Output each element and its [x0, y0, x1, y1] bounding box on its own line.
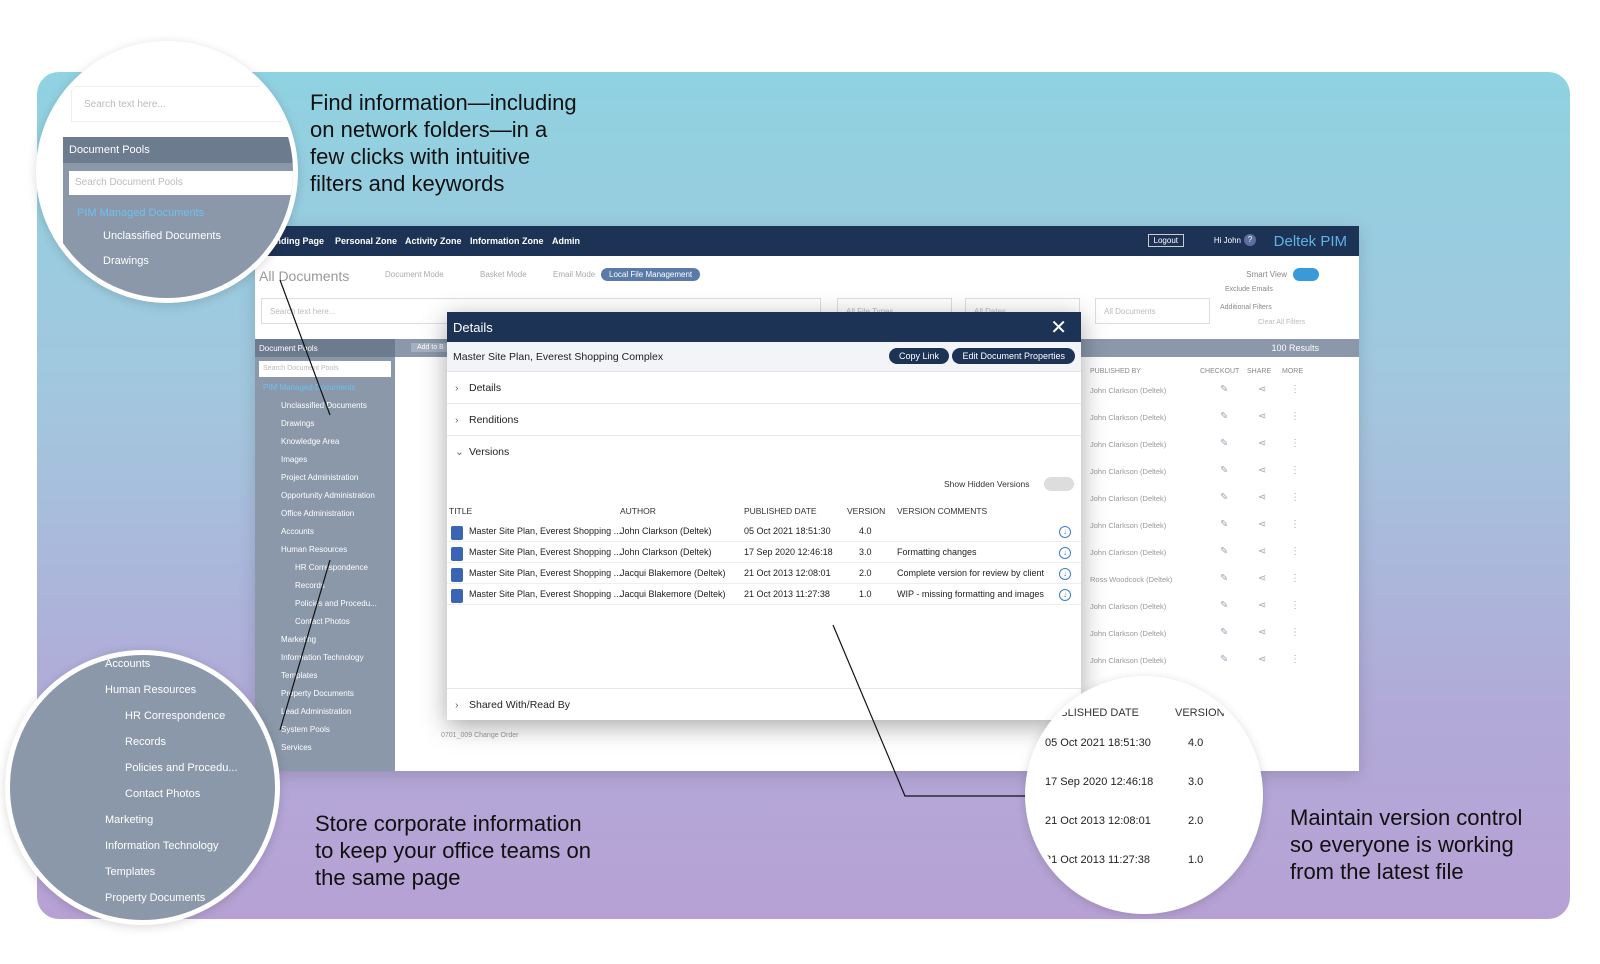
zoom-date: 21 Oct 2013 11:27:38	[1045, 854, 1150, 866]
zoom-search-pools-input[interactable]: Search Document Pools	[69, 171, 293, 195]
zoom-version: 3.0	[1188, 776, 1204, 788]
zoom-pool-item[interactable]: Information Technology	[105, 840, 219, 852]
zoom-pools-circle: Accounts Human Resources HR Corresponden…	[5, 650, 280, 925]
zoom-pool-item[interactable]: Property Documents	[105, 892, 205, 904]
zoom-date: 17 Sep 2020 12:46:18	[1045, 776, 1154, 788]
zoom-pool-item[interactable]: Policies and Procedu...	[125, 762, 238, 774]
zoom-version: 2.0	[1188, 815, 1204, 827]
zoom-date: 05 Oct 2021 18:51:30	[1045, 737, 1151, 749]
zoom-pool-item[interactable]: Drawings	[63, 249, 293, 273]
zoom-version: 4.0	[1188, 737, 1204, 749]
zoom-pool-item[interactable]: PIM Managed Documents	[63, 203, 293, 223]
zoom-version: 1.0	[1188, 854, 1204, 866]
zoom-search-input[interactable]: Search text here...	[71, 86, 293, 122]
zoom-pool-item[interactable]: Unclassified Documents	[63, 223, 293, 249]
zoom-pool-item[interactable]: Records	[125, 736, 166, 748]
zoom-pool-item[interactable]: Templates	[105, 866, 155, 878]
zoom-date: 21 Oct 2013 12:08:01	[1045, 815, 1151, 827]
zoom-col-published-date: PUBLISHED DATE	[1045, 707, 1139, 719]
zoom-pool-item[interactable]: Marketing	[105, 814, 153, 826]
zoom-versions-circle: PUBLISHED DATE VERSION 05 Oct 2021 18:51…	[1025, 676, 1263, 914]
zoom-search-circle: Search text here... Document Pools Searc…	[36, 41, 298, 303]
zoom-col-version: VERSION	[1175, 707, 1225, 719]
zoom-pool-item[interactable]: Accounts	[105, 658, 150, 670]
zoom-pool-item[interactable]: Contact Photos	[125, 788, 200, 800]
zoom-pools-header: Document Pools	[63, 137, 293, 163]
zoom-pool-item[interactable]: HR Correspondence	[125, 710, 225, 722]
zoom-pool-item[interactable]: Human Resources	[105, 684, 196, 696]
zoom-pools-panel: Document Pools Search Document Pools PIM…	[63, 137, 293, 298]
